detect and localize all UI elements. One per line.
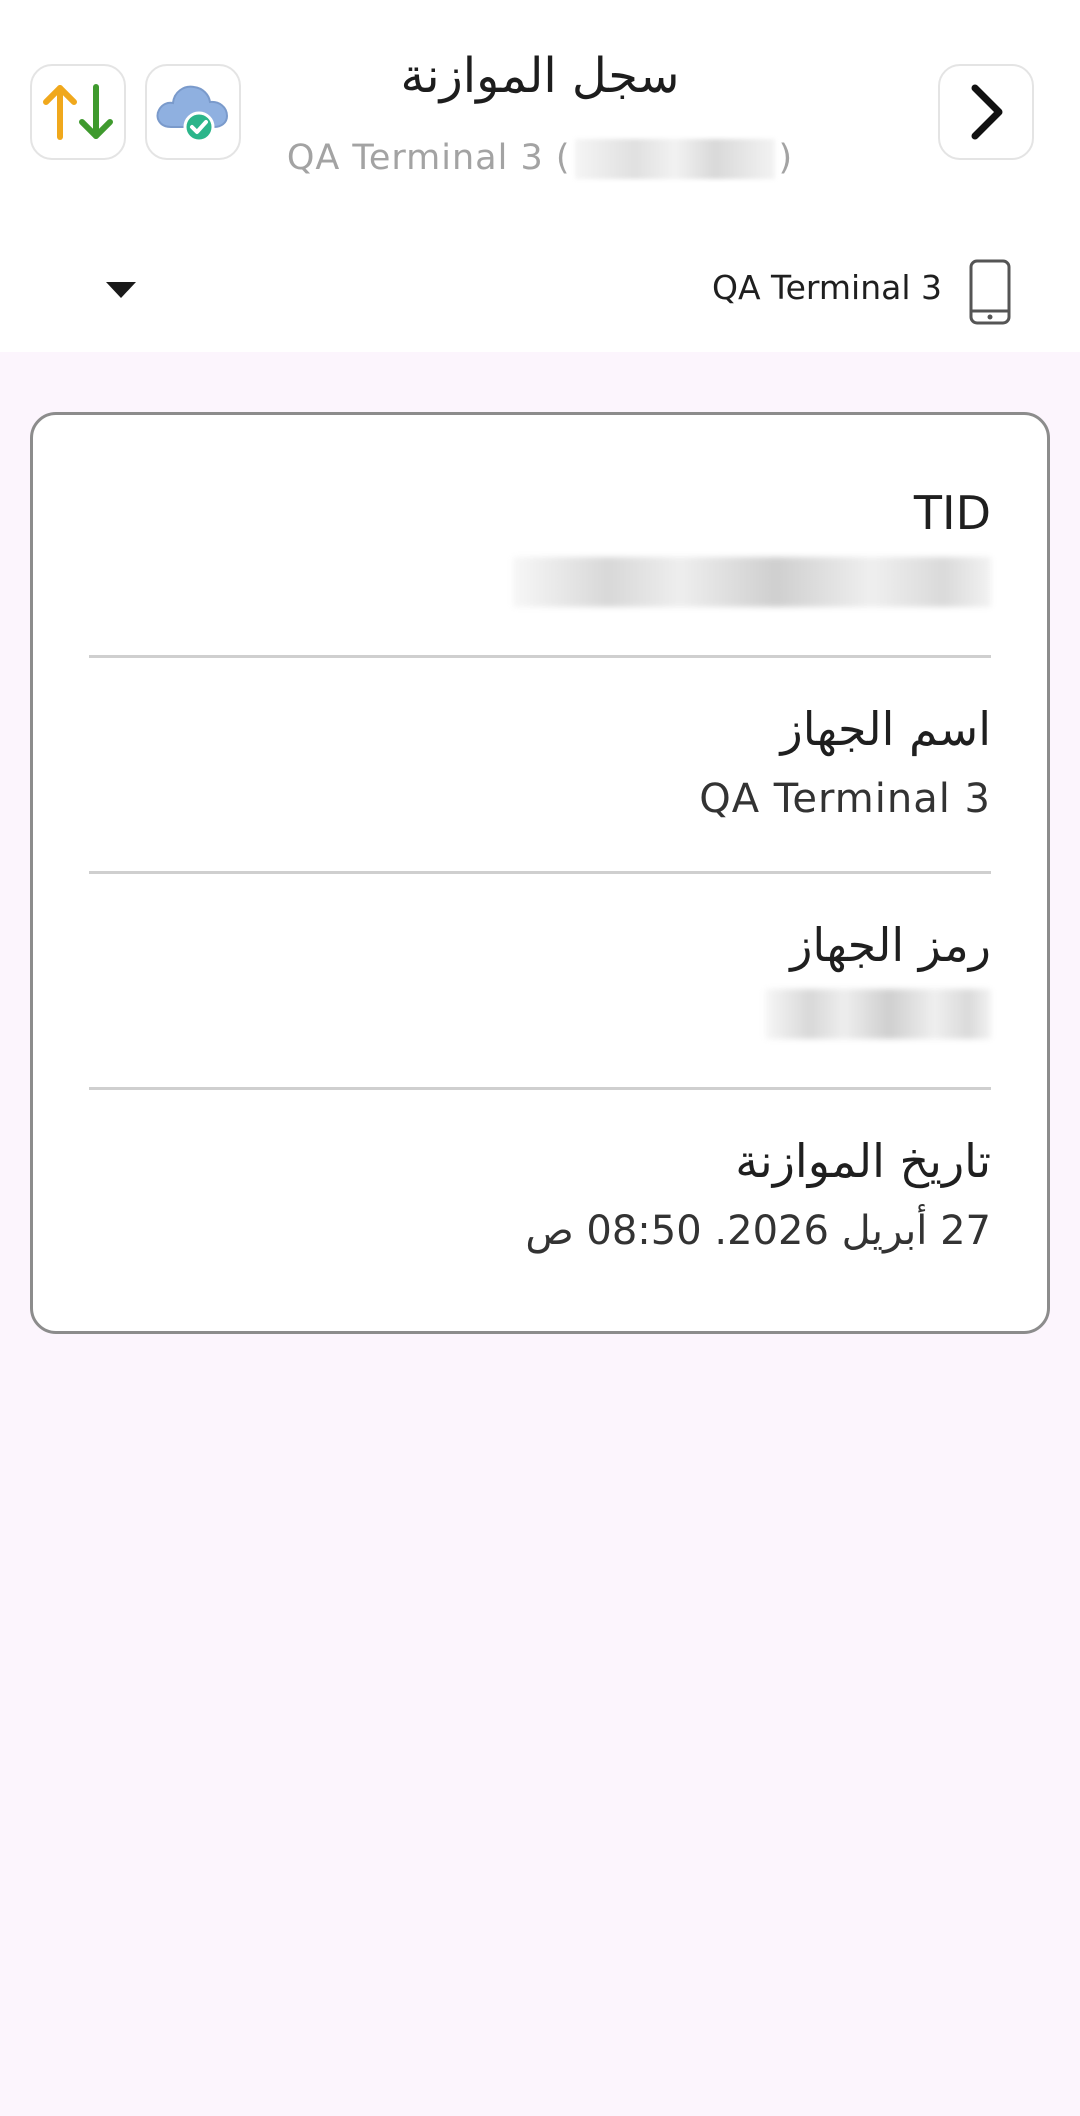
- redacted-id: [574, 139, 775, 179]
- page-subtitle: QA Terminal 3 (): [0, 138, 1080, 179]
- reconciliation-date-field: تاريخ الموازنة 27 أبريل 2026. 08:50 ص: [89, 1131, 991, 1257]
- terminal-selector[interactable]: QA Terminal 3: [0, 240, 1080, 340]
- device-name-label: اسم الجهاز: [780, 702, 991, 756]
- divider: [89, 655, 991, 658]
- phone-icon: [969, 259, 1011, 325]
- reconciliation-date-label: تاريخ الموازنة: [735, 1134, 991, 1188]
- redacted-tid: [513, 557, 991, 607]
- terminal-name: QA Terminal 3: [712, 268, 942, 307]
- device-name-value: QA Terminal 3: [699, 776, 991, 822]
- terminal-details-card: TID اسم الجهاز QA Terminal 3 رمز الجهاز …: [30, 412, 1050, 1334]
- divider: [89, 1087, 991, 1090]
- device-code-label: رمز الجهاز: [790, 918, 991, 972]
- divider: [89, 871, 991, 874]
- device-code-field: رمز الجهاز: [89, 915, 991, 1052]
- device-name-field: اسم الجهاز QA Terminal 3: [89, 699, 991, 825]
- page-title: سجل الموازنة: [400, 48, 680, 104]
- chevron-right-icon: [971, 84, 1003, 140]
- reconciliation-date-value: 27 أبريل 2026. 08:50 ص: [525, 1208, 991, 1254]
- device-code-value: [89, 989, 991, 1052]
- tid-label: TID: [913, 486, 991, 540]
- forward-button[interactable]: [938, 64, 1034, 160]
- tid-field: TID: [89, 483, 991, 620]
- tid-value: [89, 557, 991, 620]
- subtitle-terminal: QA Terminal 3 (: [286, 138, 571, 178]
- subtitle-end: ): [778, 138, 794, 178]
- app-header: سجل الموازنة QA Terminal 3 () QA Termina…: [0, 0, 1080, 352]
- redacted-device-code: [765, 989, 991, 1039]
- caret-down-icon: [106, 282, 136, 298]
